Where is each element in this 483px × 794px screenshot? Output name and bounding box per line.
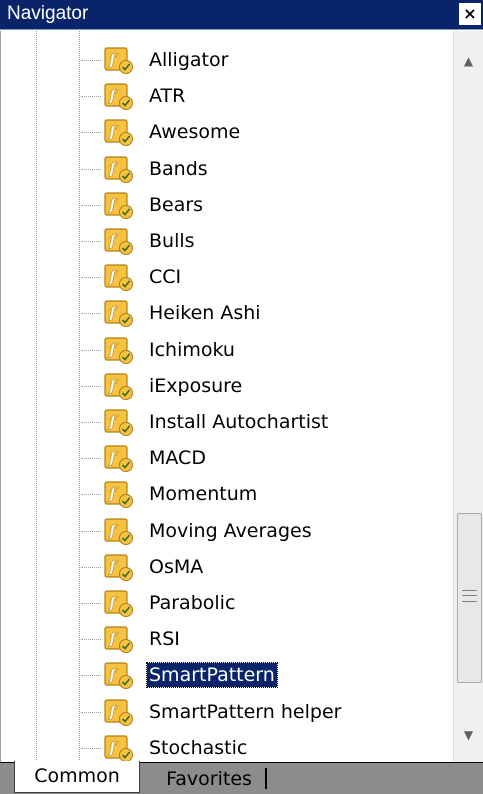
tree-item-label: Awesome: [149, 121, 241, 144]
custom-indicator-icon: f: [104, 481, 134, 509]
custom-indicator-icon: f: [104, 336, 134, 364]
tree-connector-line: [81, 566, 101, 568]
tree-item[interactable]: f Parabolic: [1, 588, 453, 618]
tab-favorites[interactable]: Favorites: [154, 765, 264, 793]
tree-item[interactable]: f Awesome: [1, 117, 453, 147]
tree-connector-line: [81, 422, 101, 423]
scroll-thumb[interactable]: [457, 513, 482, 683]
tree-item-label: SmartPattern helper: [149, 700, 342, 723]
tree-connector-line: [81, 530, 101, 532]
tree-item-label: SmartPattern: [146, 662, 278, 689]
tree-item-label: Momentum: [149, 483, 258, 506]
tree-item[interactable]: f ATR: [1, 81, 453, 111]
tree-item-label: Heiken Ashi: [149, 302, 261, 325]
custom-indicator-icon: f: [104, 300, 134, 328]
tab-bar: Common Favorites: [0, 761, 483, 794]
tree-connector-line: [81, 313, 101, 315]
custom-indicator-icon: f: [104, 409, 134, 436]
tree-item[interactable]: f Ichimoku: [1, 335, 453, 365]
window-title: Navigator: [7, 3, 89, 24]
tree-connector-line: [81, 277, 101, 279]
tree-item-label: Parabolic: [149, 592, 236, 614]
custom-indicator-icon: f: [104, 626, 134, 654]
custom-indicator-icon: f: [104, 47, 134, 74]
vertical-scrollbar[interactable]: ▲ ▼: [453, 31, 483, 762]
tree-item-label: ATR: [149, 85, 186, 108]
tree-item-label: iExposure: [149, 374, 243, 397]
tree-item-label: CCI: [149, 266, 182, 289]
tree-item[interactable]: f Moving Averages: [1, 516, 453, 546]
navigator-tree[interactable]: f Alligator f ATR f Awesome f Bands f Bears f Bulls…: [0, 31, 453, 762]
tree-connector-line: [81, 168, 101, 170]
scroll-up-arrow-icon[interactable]: ▲: [454, 48, 483, 74]
tree-item-label: MACD: [149, 447, 206, 470]
tree-connector-line: [81, 711, 101, 713]
tree-connector-line: [81, 60, 101, 61]
tab-common[interactable]: Common: [14, 761, 140, 793]
tree-item-label: RSI: [149, 628, 180, 651]
custom-indicator-icon: f: [104, 554, 134, 581]
tree-connector-line: [81, 385, 101, 387]
custom-indicator-icon: f: [104, 445, 134, 473]
tree-item-label: Install Autochartist: [149, 411, 329, 433]
title-bar[interactable]: Navigator ×: [0, 0, 483, 30]
tree-item[interactable]: f Heiken Ashi: [1, 298, 453, 328]
grip-icon: [462, 590, 477, 602]
tree-item[interactable]: f MACD: [1, 443, 453, 473]
tree-connector-line: [81, 675, 101, 677]
tree-item[interactable]: f Alligator: [1, 45, 453, 75]
custom-indicator-icon: f: [104, 698, 134, 726]
tree-connector-line: [81, 132, 101, 134]
custom-indicator-icon: f: [104, 590, 134, 617]
tree-item[interactable]: f Bears: [1, 190, 453, 220]
tree-connector-line: [81, 204, 101, 206]
tree-item[interactable]: f Bands: [1, 154, 453, 184]
tree-item[interactable]: f RSI: [1, 624, 453, 654]
tree-item-label: Stochastic: [149, 736, 248, 759]
tree-item-label: Ichimoku: [149, 338, 235, 361]
tree-item[interactable]: f OsMA: [1, 552, 453, 582]
custom-indicator-icon: f: [104, 735, 134, 762]
custom-indicator-icon: f: [104, 228, 134, 255]
tree-item[interactable]: f Stochastic: [1, 733, 453, 762]
custom-indicator-icon: f: [104, 83, 134, 111]
tree-connector-line: [81, 96, 101, 98]
custom-indicator-icon: f: [104, 119, 134, 147]
tree-item[interactable]: f Install Autochartist: [1, 407, 453, 437]
tree-item[interactable]: f Momentum: [1, 479, 453, 509]
tree-item-label: Bears: [149, 193, 204, 216]
tree-item[interactable]: f CCI: [1, 262, 453, 292]
tree-connector-line: [81, 603, 101, 604]
tree-item-label: Alligator: [149, 49, 229, 71]
tree-item[interactable]: f SmartPattern helper: [1, 697, 453, 727]
tree-connector-line: [81, 639, 101, 641]
tree-item-label: Moving Averages: [149, 519, 312, 542]
tree-connector-line: [81, 494, 101, 496]
tree-item[interactable]: f SmartPattern: [1, 660, 453, 690]
tree-item-label: Bulls: [149, 230, 195, 252]
tree-item[interactable]: f iExposure: [1, 371, 453, 401]
tab-separator: [265, 768, 267, 789]
close-button[interactable]: ×: [459, 3, 481, 25]
custom-indicator-icon: f: [104, 155, 134, 183]
custom-indicator-icon: f: [104, 373, 134, 400]
custom-indicator-icon: f: [104, 192, 134, 219]
custom-indicator-icon: f: [104, 264, 134, 292]
tree-connector-line: [81, 458, 101, 460]
custom-indicator-icon: f: [104, 517, 134, 545]
tree-item-label: OsMA: [149, 555, 204, 578]
navigator-window: Navigator × f Alligator f ATR f Awesome f Bands…: [0, 0, 483, 794]
tree-item[interactable]: f Bulls: [1, 226, 453, 256]
tree-connector-line: [81, 349, 101, 351]
tree-connector-line: [81, 241, 101, 242]
scroll-down-arrow-icon[interactable]: ▼: [454, 722, 483, 748]
custom-indicator-icon: f: [104, 662, 134, 690]
tree-connector-line: [81, 747, 101, 749]
tree-item-label: Bands: [149, 157, 208, 180]
